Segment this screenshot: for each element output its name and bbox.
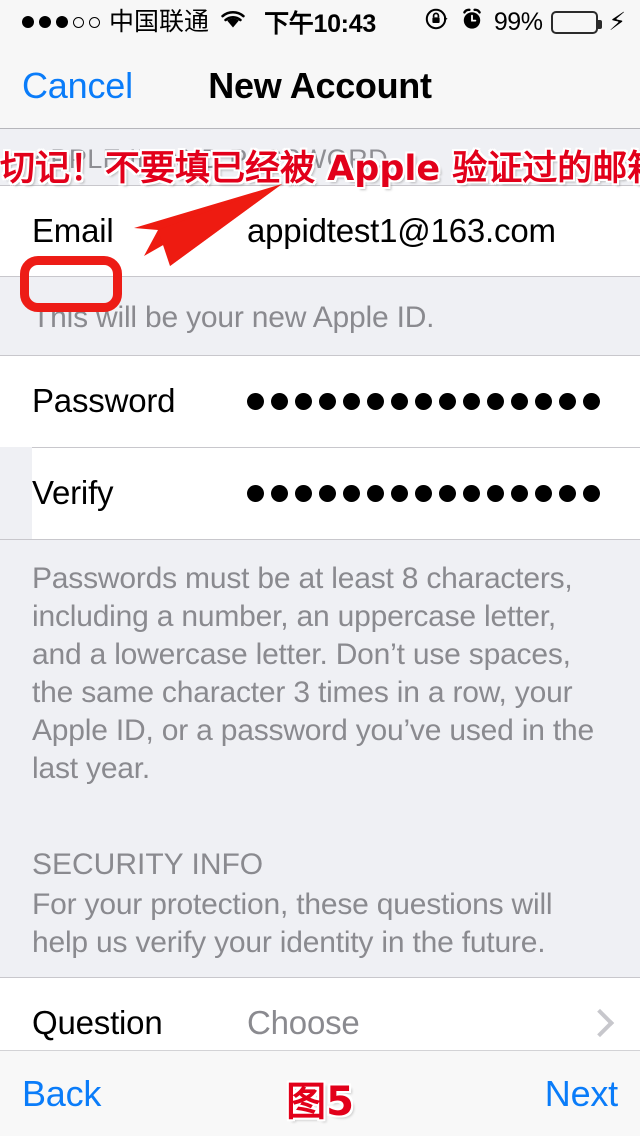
email-row[interactable]: Email appidtest1@163.com <box>0 184 640 277</box>
email-footer-text: This will be your new Apple ID. <box>32 300 435 334</box>
email-label: Email <box>32 211 114 249</box>
alarm-clock-icon <box>459 6 485 39</box>
password-rules-text: Passwords must be at least 8 characters,… <box>32 561 594 786</box>
chevron-right-icon <box>585 1008 615 1037</box>
navigation-bar: Cancel New Account <box>0 44 640 129</box>
security-info-text: For your protection, these questions wil… <box>32 888 553 960</box>
password-label: Password <box>32 382 176 420</box>
password-input[interactable] <box>247 392 618 410</box>
question-value[interactable]: Choose <box>247 1004 590 1042</box>
status-bar-right: 99% ⚡ <box>424 6 626 39</box>
back-button[interactable]: Back <box>22 1073 101 1115</box>
lightning-bolt-icon: ⚡ <box>608 8 626 36</box>
section-header-apple-id: APPLE ID AND PASSWORD <box>32 144 388 174</box>
form-content: APPLE ID AND PASSWORD Email appidtest1@1… <box>0 129 640 1069</box>
email-input[interactable]: appidtest1@163.com <box>247 212 618 250</box>
iphone-screen: 中国联通 下午10:43 99% ⚡ Cancel New Account AP… <box>0 0 640 1136</box>
bottom-toolbar: Back Next <box>0 1050 640 1136</box>
password-row[interactable]: Password <box>0 354 640 447</box>
battery-icon <box>551 10 603 34</box>
page-title: New Account <box>208 65 432 106</box>
verify-input[interactable] <box>247 484 618 502</box>
verify-label: Verify <box>32 474 114 512</box>
next-button[interactable]: Next <box>545 1073 618 1115</box>
battery-percentage: 99% <box>493 7 543 36</box>
status-bar: 中国联通 下午10:43 99% ⚡ <box>0 0 640 44</box>
question-label: Question <box>32 1003 163 1041</box>
verify-row[interactable]: Verify <box>32 446 640 539</box>
rotation-lock-icon <box>424 6 450 39</box>
section-header-security-info: SECURITY INFO <box>32 848 264 882</box>
